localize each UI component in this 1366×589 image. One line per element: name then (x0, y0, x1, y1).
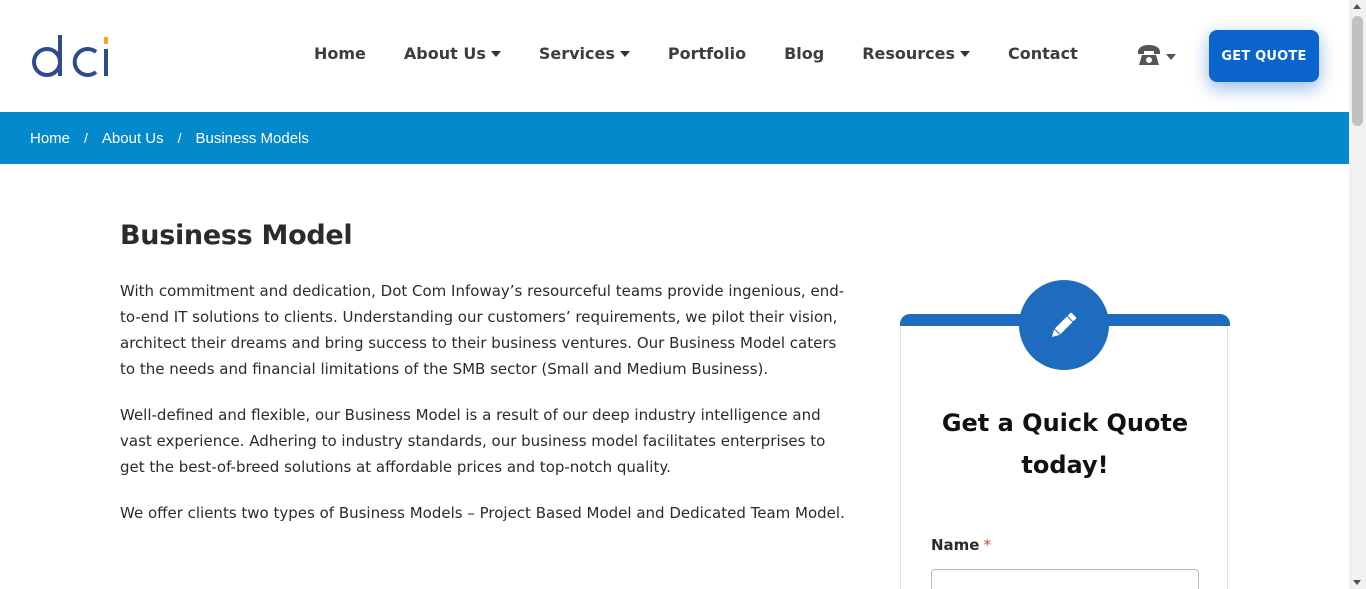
details-paragraph: Well-defined and flexible, our Business … (120, 406, 826, 476)
dci-logo[interactable] (30, 32, 112, 80)
page-title: Business Model (120, 220, 353, 251)
nav-label: About Us (403, 44, 486, 63)
page-scrollbar[interactable] (1349, 0, 1366, 589)
breadcrumb-separator: / (84, 130, 88, 146)
caret-down-icon (960, 50, 971, 57)
name-field-label: Name * (931, 536, 991, 554)
caret-down-icon (1166, 54, 1176, 60)
nav-label: Home (314, 44, 366, 63)
scrollbar-thumb[interactable] (1352, 16, 1363, 126)
quick-quote-form: Get a Quick Quote today! Name * (900, 280, 1230, 589)
models-paragraph: We offer clients two types of Business M… (120, 504, 845, 522)
scroll-up-arrow-icon[interactable] (1353, 4, 1361, 9)
pencil-icon-badge (1019, 280, 1109, 370)
nav-label: Contact (1008, 44, 1078, 63)
scroll-down-arrow-icon[interactable] (1353, 580, 1361, 585)
phone-icon (1138, 45, 1160, 65)
nav-label: Services (538, 44, 615, 63)
site-header: Home About Us Services Portfolio Blog Re… (0, 0, 1349, 112)
required-marker: * (983, 536, 991, 554)
nav-home[interactable]: Home (314, 44, 366, 63)
breadcrumb: Home / About Us / Business Models (0, 112, 1349, 164)
form-title: Get a Quick Quote today! (941, 409, 1189, 479)
nav-label: Resources (862, 44, 956, 63)
main-nav: Home About Us Services Portfolio Blog Re… (295, 44, 1097, 63)
get-quote-label: GET QUOTE (1221, 48, 1307, 64)
intro-paragraph: With commitment and dedication, Dot Com … (120, 282, 845, 378)
nav-about-us[interactable]: About Us (404, 44, 501, 63)
name-label-text: Name (931, 536, 980, 554)
nav-label: Portfolio (667, 44, 747, 63)
breadcrumb-home[interactable]: Home (30, 130, 70, 147)
nav-contact[interactable]: Contact (1008, 44, 1078, 63)
breadcrumb-about-us[interactable]: About Us (102, 130, 164, 147)
nav-portfolio[interactable]: Portfolio (668, 44, 746, 63)
nav-resources[interactable]: Resources (862, 44, 971, 63)
get-quote-button[interactable]: GET QUOTE (1209, 30, 1319, 82)
pencil-icon (1051, 312, 1077, 338)
breadcrumb-separator: / (177, 130, 182, 146)
main-content: With commitment and dedication, Dot Com … (120, 278, 850, 546)
caret-down-icon (619, 50, 630, 57)
nav-label: Blog (784, 44, 825, 63)
name-input[interactable] (931, 569, 1199, 589)
nav-blog[interactable]: Blog (784, 44, 824, 63)
phone-dropdown[interactable] (1136, 44, 1176, 66)
caret-down-icon (490, 50, 501, 57)
breadcrumb-current: Business Models (195, 129, 309, 147)
nav-services[interactable]: Services (539, 44, 630, 63)
